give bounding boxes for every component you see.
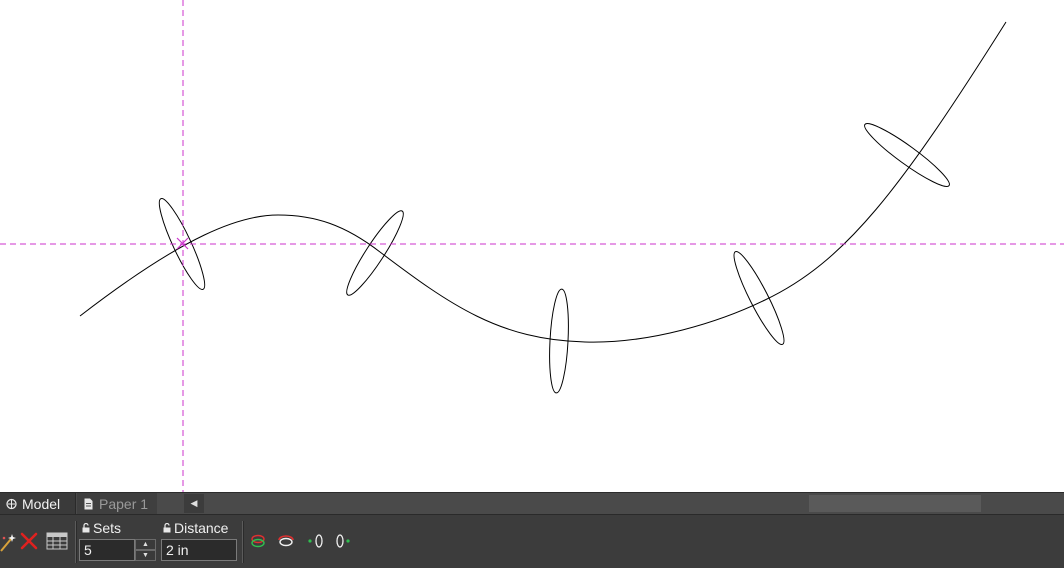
distance-input[interactable]	[161, 539, 237, 561]
spline-curve[interactable]	[79, 21, 1007, 343]
horizontal-scrollbar[interactable]	[206, 494, 1064, 513]
toolbar-separator	[75, 521, 77, 563]
tab-paper-1[interactable]: Paper 1	[77, 493, 157, 514]
sets-spin-up-button[interactable]: ▲	[135, 539, 156, 550]
tab-scroll-left-button[interactable]: ◀	[184, 494, 204, 513]
close-x-icon[interactable]	[19, 529, 39, 553]
distance-label: Distance	[163, 520, 228, 536]
ellipse-dot-right-icon[interactable]	[332, 529, 352, 553]
tab-model-label: Model	[22, 495, 61, 512]
unlock-icon[interactable]	[163, 523, 171, 533]
layout-tab-bar: Model Paper 1 ◀	[0, 492, 1064, 514]
toolbar-separator	[242, 521, 244, 563]
sets-input[interactable]	[79, 539, 135, 561]
snap-marker-icon	[176, 237, 189, 250]
model-icon	[6, 498, 17, 509]
tab-paper-label: Paper 1	[99, 495, 149, 512]
profile-ellipse[interactable]	[727, 248, 790, 349]
ellipse-red-green-icon[interactable]	[248, 529, 268, 553]
scrollbar-thumb[interactable]	[809, 495, 981, 512]
paper-icon	[84, 498, 93, 509]
sets-label-text: Sets	[93, 520, 122, 536]
ellipse-arc-icon[interactable]	[276, 529, 296, 553]
distance-label-text: Distance	[174, 520, 229, 536]
profile-ellipse[interactable]	[340, 206, 410, 300]
tab-model[interactable]: Model	[0, 493, 76, 514]
drawing-canvas[interactable]	[0, 0, 1064, 492]
ellipse-dot-left-icon[interactable]	[306, 529, 326, 553]
sets-spin-down-button[interactable]: ▼	[135, 550, 156, 561]
wand-pick-icon[interactable]	[0, 529, 16, 553]
profile-ellipse[interactable]	[860, 117, 955, 193]
tool-options-bar: Sets ▲ ▼ Distance	[0, 514, 1064, 568]
table-grid-icon[interactable]	[45, 529, 69, 553]
unlock-icon[interactable]	[82, 523, 90, 533]
sets-label: Sets	[82, 520, 121, 536]
